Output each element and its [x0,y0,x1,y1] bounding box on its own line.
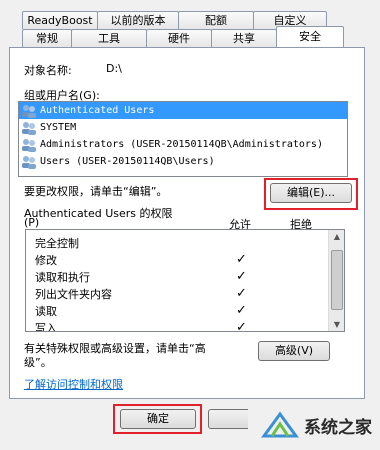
list-item[interactable]: Authenticated Users [19,102,347,119]
list-item[interactable]: Users (USER-20150114QB\Users) [19,153,347,170]
users-group-icon [21,104,37,118]
permission-row: 读取 ✓ [26,302,344,319]
tab-security[interactable]: 安全 [276,26,344,47]
change-permission-hint: 要更改权限，请单击“编辑”。 [24,185,168,198]
users-group-icon [21,155,37,169]
permission-name: 写入 [35,321,57,332]
permission-name: 修改 [35,253,57,267]
advanced-hint-line2: 级”。 [24,356,52,369]
permissions-title-suffix: (P) [24,216,40,229]
tab-hardware[interactable]: 硬件 [146,29,212,47]
user-list[interactable]: Authenticated Users SYSTEM Administrator… [18,101,348,177]
object-name-label: 对象名称: [24,64,72,77]
tab-tools[interactable]: 工具 [71,29,147,47]
permission-row: 列出文件夹内容 ✓ [26,285,344,302]
object-name-value: D:\ [106,62,122,75]
user-name: Users (USER-20150114QB\Users) [40,156,215,167]
permission-row: 完全控制 [26,234,344,251]
tab-readyboost[interactable]: ReadyBoost [22,11,98,29]
allow-check-icon: ✓ [236,269,247,284]
users-group-icon [21,121,37,135]
permission-name: 读取和执行 [35,270,90,284]
allow-check-icon: ✓ [236,286,247,301]
learn-access-control-link[interactable]: 了解访问控制和权限 [24,376,123,392]
ok-button[interactable]: 确定 [120,409,196,429]
advanced-button[interactable]: 高级(V) [258,341,330,361]
allow-check-icon: ✓ [236,252,247,267]
tab-row-front: 常规 工具 硬件 共享 安全 [22,26,344,47]
permissions-scrollbar[interactable]: ▲ ▼ [328,230,344,331]
permission-row: 读取和执行 ✓ [26,268,344,285]
tab-sharing[interactable]: 共享 [211,29,277,47]
permissions-list: 完全控制 修改 ✓ 读取和执行 ✓ 列出文件夹内容 ✓ 读取 ✓ 写入 ✓ ▲ … [25,229,345,332]
permission-name: 读取 [35,304,57,318]
permission-name: 完全控制 [35,236,79,250]
edit-button[interactable]: 编辑(E)... [270,183,352,203]
scroll-thumb[interactable] [331,250,343,310]
scroll-up-icon[interactable]: ▲ [329,232,344,241]
permissions-title: Authenticated Users 的权限 [24,207,173,220]
watermark-text: 系统之家 [304,417,372,438]
list-item[interactable]: Administrators (USER-20150114QB\Administ… [19,136,347,153]
watermark-logo: 系统之家 [260,410,372,440]
permission-row: 修改 ✓ [26,251,344,268]
list-item[interactable]: SYSTEM [19,119,347,136]
user-name: SYSTEM [40,122,77,133]
user-name: Administrators (USER-20150114QB\Administ… [40,139,323,150]
scroll-down-icon[interactable]: ▼ [329,320,344,329]
permission-name: 列出文件夹内容 [35,287,112,301]
watermark-emblem-icon [261,411,299,438]
tab-general[interactable]: 常规 [22,29,72,47]
tab-previous-versions[interactable]: 以前的版本 [97,11,179,29]
allow-check-icon: ✓ [236,320,247,332]
users-group-icon [21,138,37,152]
user-name: Authenticated Users [40,105,155,116]
allow-check-icon: ✓ [236,303,247,318]
cancel-button-partial[interactable] [208,409,248,429]
permission-row: 写入 ✓ [26,319,344,332]
tab-quota[interactable]: 配额 [178,11,254,29]
